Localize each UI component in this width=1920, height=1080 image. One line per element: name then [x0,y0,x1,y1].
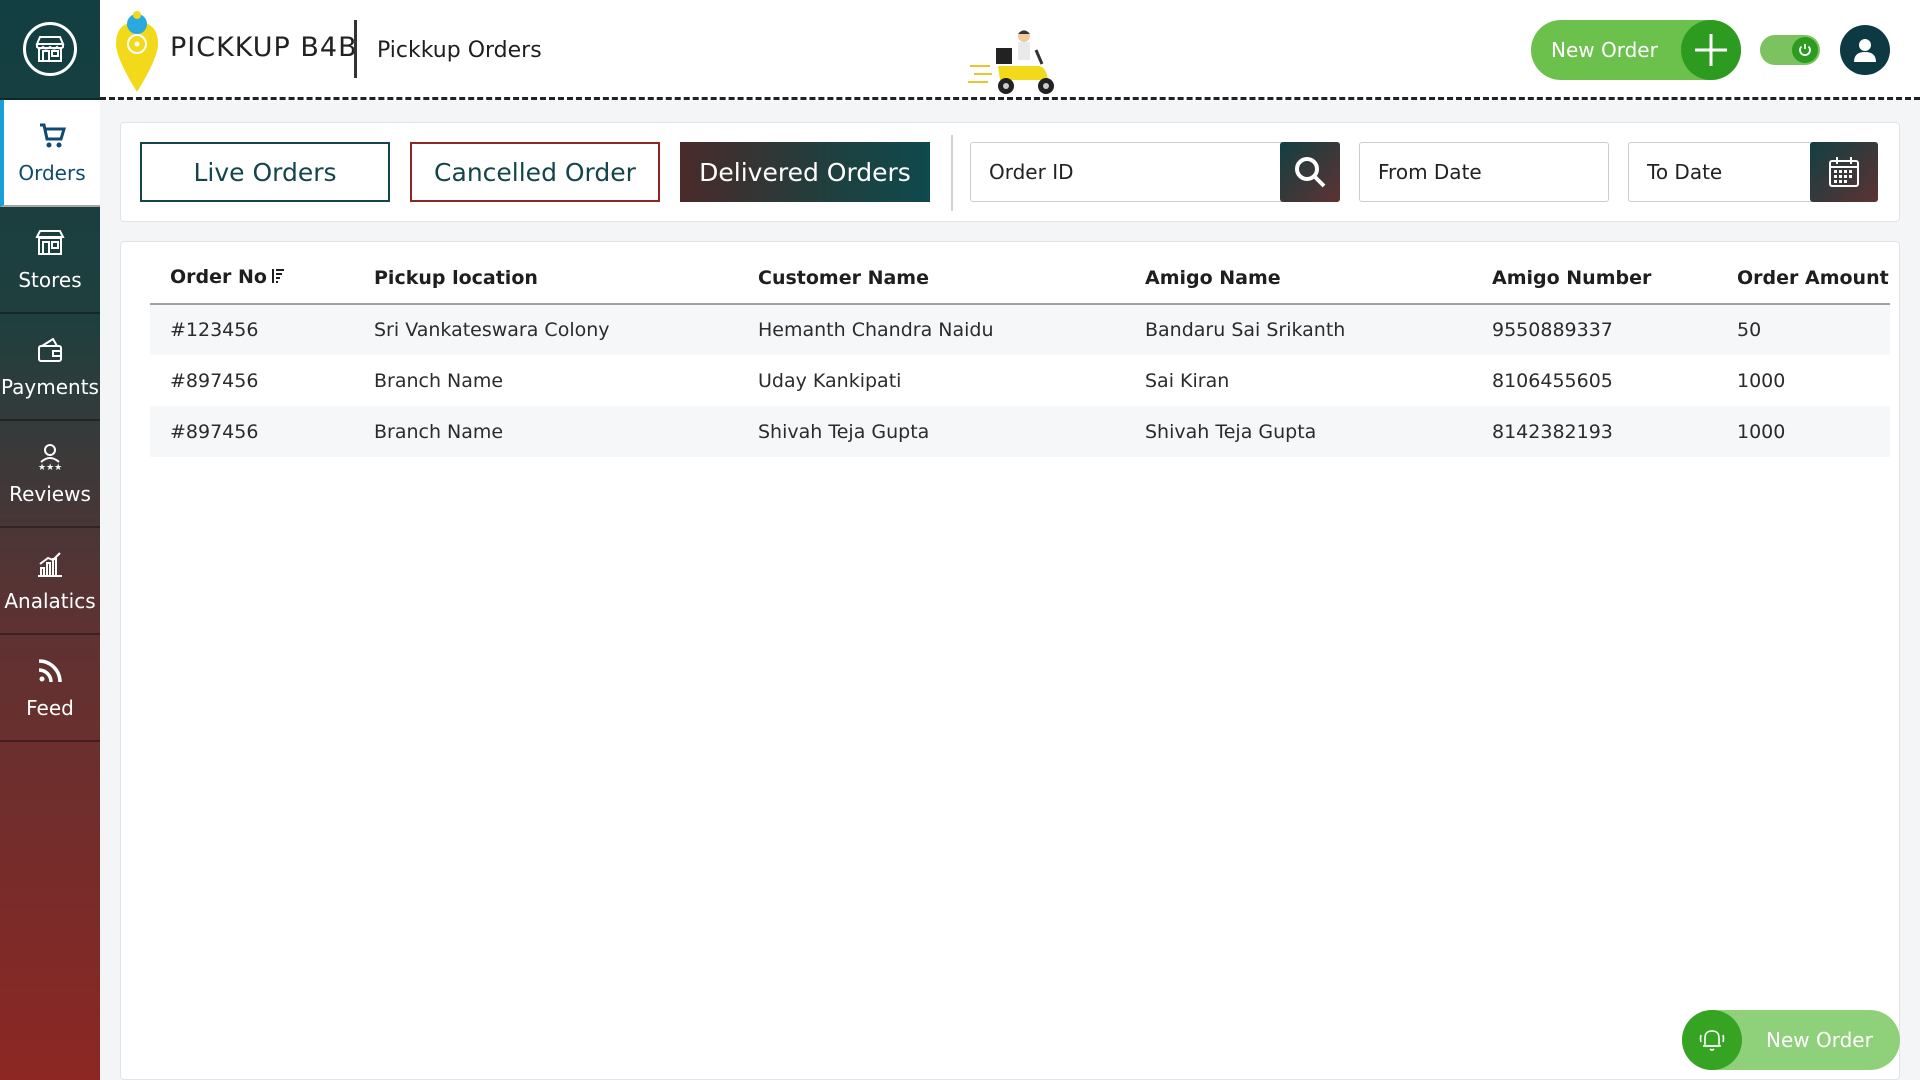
sidebar-item-label: Payments [1,374,99,399]
to-date-input[interactable] [1629,143,1817,201]
sidebar-item-label: Reviews [9,481,91,506]
cell-customer-name: Shivah Teja Gupta [738,406,1125,457]
orders-table-card: Order No Pickup location Customer Name A… [120,241,1900,1080]
cell-order-no: #897456 [170,369,259,392]
sidebar: Orders Stores Payments ★★★ Reviews Anala… [0,0,100,1080]
search-icon [1295,157,1326,188]
sort-icon[interactable] [271,267,285,289]
top-header: PICKKUP B4B Pickkup Orders New Order [100,0,1920,100]
order-id-input[interactable] [971,143,1279,201]
column-amigo-name: Amigo Name [1125,252,1472,305]
delivery-scooter-icon [968,28,1060,98]
sidebar-logo[interactable] [0,0,100,100]
power-icon [1792,37,1818,63]
floating-new-order-button[interactable]: New Order [1682,1010,1900,1070]
cell-order-amount: 1000 [1737,369,1786,392]
sidebar-item-analytics[interactable]: Analatics [0,528,100,635]
store-icon [35,228,65,262]
cell-pickup-location: Sri Vankateswara Colony [354,304,738,355]
column-label: Order No [170,266,267,289]
bell-icon [1682,1010,1742,1070]
search-button[interactable] [1280,142,1340,202]
table-row[interactable]: #897456 Branch Name Uday Kankipati Sai K… [150,355,1890,406]
cell-order-amount: 50 [1717,304,1890,355]
cell-amigo-name: Bandaru Sai Srikanth [1125,304,1472,355]
cell-customer-name: Uday Kankipati [758,369,902,392]
new-order-label: New Order [1551,38,1658,62]
sidebar-item-label: Orders [18,160,86,185]
user-avatar[interactable] [1840,25,1890,75]
cell-amigo-number: 8106455605 [1492,369,1613,392]
column-order-amount: Order Amount [1717,252,1890,305]
live-orders-button[interactable]: Live Orders [140,142,390,202]
filter-bar: Live Orders Cancelled Order Delivered Or… [120,122,1900,222]
from-date-field [1359,142,1609,202]
to-date-field [1628,142,1878,202]
analytics-icon [35,549,65,583]
delivered-orders-button[interactable]: Delivered Orders [680,142,930,202]
cell-customer-name: Hemanth Chandra Naidu [738,304,1125,355]
storefront-icon [23,22,77,76]
svg-text:★★★: ★★★ [38,463,62,472]
cell-amigo-number: 8142382193 [1472,406,1717,457]
order-id-field [970,142,1340,202]
cell-amigo-name: Shivah Teja Gupta [1125,406,1472,457]
floating-new-order-label: New Order [1766,1028,1873,1052]
column-pickup-location: Pickup location [354,252,738,305]
sidebar-item-stores[interactable]: Stores [0,207,100,314]
plus-icon [1681,20,1741,80]
header-dashed-line [100,96,1920,100]
sidebar-item-label: Feed [26,695,74,720]
table-header-row: Order No Pickup location Customer Name A… [150,252,1890,305]
reviews-icon: ★★★ [35,442,65,476]
cell-order-no: #897456 [150,406,354,457]
orders-table: Order No Pickup location Customer Name A… [150,252,1890,457]
new-order-button[interactable]: New Order [1531,20,1741,80]
cell-pickup-location: Branch Name [374,369,504,392]
cell-order-no: #123456 [150,304,354,355]
cell-pickup-location: Branch Name [354,406,738,457]
sidebar-item-payments[interactable]: Payments [0,314,100,421]
column-order-no[interactable]: Order No [150,252,354,305]
column-amigo-number: Amigo Number [1472,252,1717,305]
cell-amigo-name: Sai Kiran [1145,369,1230,392]
cancelled-order-button[interactable]: Cancelled Order [410,142,660,202]
sidebar-item-label: Stores [18,267,82,292]
page-title: Pickkup Orders [377,38,542,63]
online-toggle[interactable] [1760,35,1820,65]
sidebar-item-orders[interactable]: Orders [0,100,100,207]
pickkup-logo-icon [112,8,162,94]
calendar-button[interactable] [1810,142,1878,202]
rss-icon [35,656,65,690]
from-date-input[interactable] [1360,143,1608,201]
cell-amigo-number: 9550889337 [1472,304,1717,355]
column-customer-name: Customer Name [738,252,1125,305]
sidebar-item-label: Analatics [4,588,96,613]
filter-divider [951,135,953,211]
cell-order-amount: 1000 [1717,406,1890,457]
sidebar-item-reviews[interactable]: ★★★ Reviews [0,421,100,528]
table-row[interactable]: #897456 Branch Name Shivah Teja Gupta Sh… [150,406,1890,457]
wallet-icon [35,335,65,369]
header-divider [354,20,357,78]
cart-icon [37,121,67,155]
calendar-icon [1829,157,1859,187]
table-row[interactable]: #123456 Sri Vankateswara Colony Hemanth … [150,304,1890,355]
user-icon [1854,39,1876,62]
sidebar-item-feed[interactable]: Feed [0,635,100,742]
brand-name: PICKKUP B4B [170,32,358,63]
